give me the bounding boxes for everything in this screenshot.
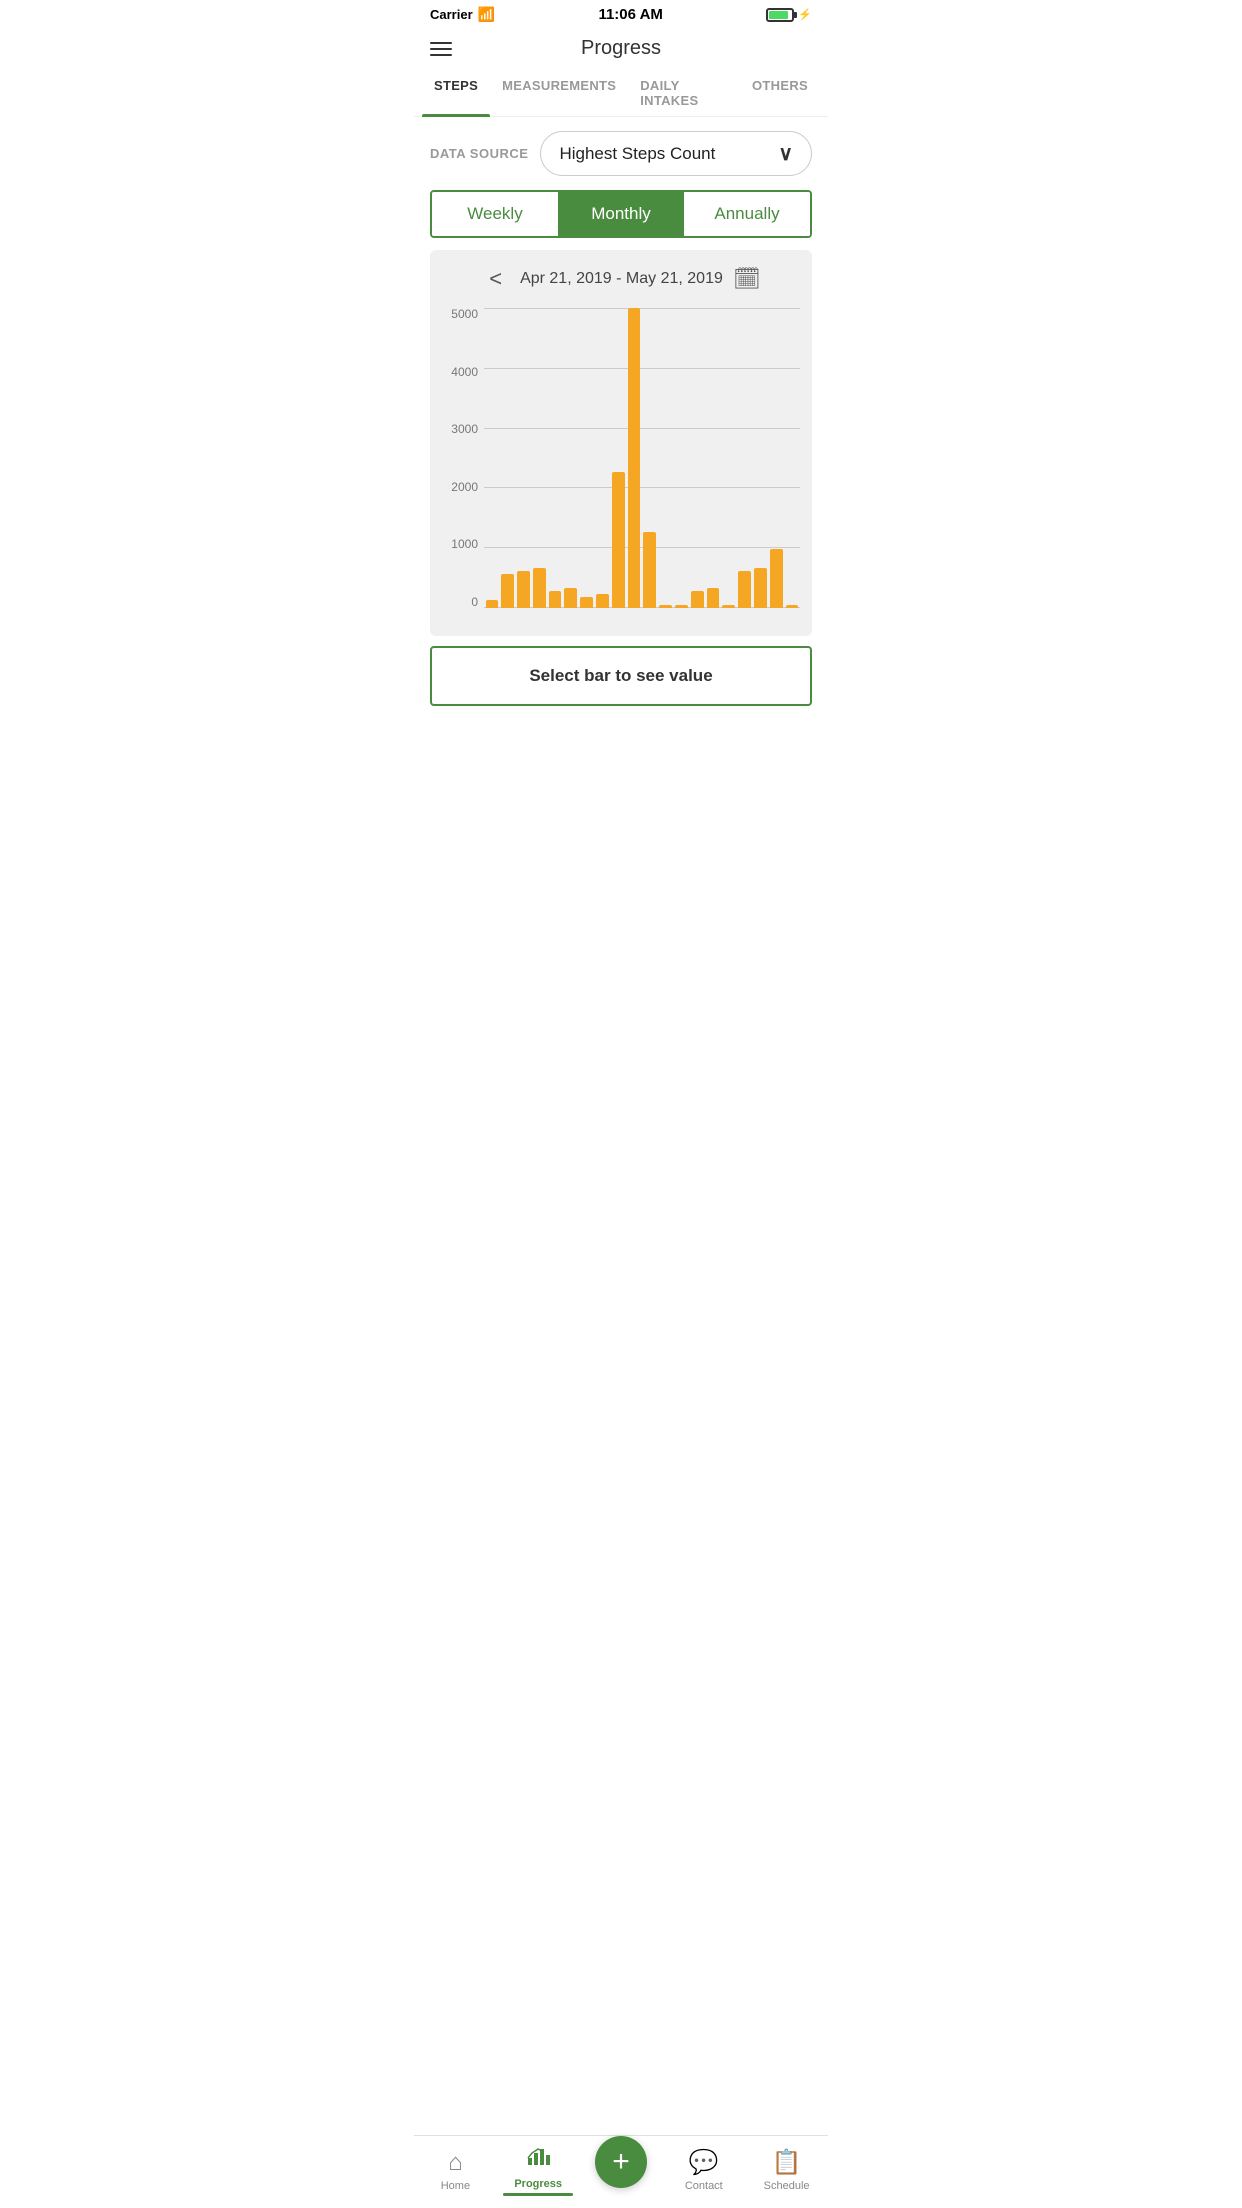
bar-col: [500, 308, 516, 608]
bar[interactable]: [596, 594, 609, 608]
y-label-1000: 1000: [442, 538, 484, 550]
bar[interactable]: [580, 597, 593, 608]
bar-col: [705, 308, 721, 608]
bar-col: [768, 308, 784, 608]
bar[interactable]: [754, 568, 767, 608]
bar-col: [642, 308, 658, 608]
bar-col: [484, 308, 500, 608]
bars-wrapper: [484, 308, 800, 628]
schedule-icon: 📋: [772, 2148, 802, 2177]
y-axis: 5000 4000 3000 2000 1000 0: [442, 308, 484, 628]
bar-col: [626, 308, 642, 608]
bar-col: [658, 308, 674, 608]
period-monthly[interactable]: Monthly: [558, 192, 684, 236]
bar[interactable]: [691, 591, 704, 608]
bar[interactable]: [675, 605, 688, 608]
bar[interactable]: [549, 591, 562, 608]
chart-inner: [484, 308, 800, 628]
bar-col: [531, 308, 547, 608]
bar-col: [610, 308, 626, 608]
carrier-label: Carrier: [430, 7, 473, 22]
tab-steps[interactable]: STEPS: [422, 68, 490, 116]
nav-home[interactable]: ⌂ Home: [414, 2149, 497, 2192]
y-label-5000: 5000: [442, 308, 484, 320]
menu-icon[interactable]: [430, 42, 452, 56]
bar[interactable]: [501, 574, 514, 608]
bar[interactable]: [628, 308, 641, 608]
bar-col: [547, 308, 563, 608]
bar[interactable]: [770, 549, 783, 608]
nav-schedule-label: Schedule: [764, 2180, 810, 2192]
select-bar-box: Select bar to see value: [430, 646, 812, 706]
bar[interactable]: [707, 588, 720, 608]
header: Progress: [414, 27, 828, 68]
home-icon: ⌂: [448, 2149, 463, 2177]
contact-icon: 💬: [689, 2148, 719, 2177]
bar-chart-area: 5000 4000 3000 2000 1000 0: [438, 308, 804, 628]
data-source-dropdown[interactable]: Highest Steps Count ∨: [540, 131, 812, 176]
nav-home-label: Home: [441, 2180, 470, 2192]
bar[interactable]: [643, 532, 656, 608]
battery-icon: [766, 8, 794, 22]
nav-progress[interactable]: Progress: [497, 2144, 580, 2196]
nav-progress-label: Progress: [514, 2178, 562, 2190]
bar[interactable]: [486, 600, 499, 608]
bottom-nav: ⌂ Home Progress + 💬 Contact 📋 Schedule: [414, 2135, 828, 2208]
status-left: Carrier 📶: [430, 6, 495, 23]
chart-container: < Apr 21, 2019 - May 21, 2019 🗓 5000 400…: [430, 250, 812, 636]
tabs-container: STEPS MEASUREMENTS DAILY INTAKES OTHERS: [414, 68, 828, 117]
data-source-row: DATA SOURCE Highest Steps Count ∨: [414, 117, 828, 190]
nav-contact-label: Contact: [685, 2180, 723, 2192]
bar[interactable]: [533, 568, 546, 608]
bar[interactable]: [738, 571, 751, 608]
y-label-3000: 3000: [442, 423, 484, 435]
bar-col: [595, 308, 611, 608]
y-label-0: 0: [442, 596, 484, 608]
bar[interactable]: [564, 588, 577, 608]
y-label-2000: 2000: [442, 481, 484, 493]
page-title: Progress: [581, 37, 661, 60]
nav-contact[interactable]: 💬 Contact: [662, 2148, 745, 2192]
bar[interactable]: [612, 472, 625, 608]
tab-daily-intakes[interactable]: DAILY INTAKES: [628, 68, 740, 116]
chart-header: < Apr 21, 2019 - May 21, 2019 🗓: [438, 266, 804, 292]
bar-col: [721, 308, 737, 608]
chevron-down-icon: ∨: [778, 141, 793, 166]
period-annually[interactable]: Annually: [684, 192, 810, 236]
bar-col: [563, 308, 579, 608]
bar-col: [737, 308, 753, 608]
add-button[interactable]: +: [595, 2136, 647, 2188]
back-arrow[interactable]: <: [481, 266, 510, 292]
bar[interactable]: [722, 605, 735, 608]
status-time: 11:06 AM: [598, 6, 662, 23]
select-bar-text: Select bar to see value: [529, 666, 712, 685]
bar-col: [674, 308, 690, 608]
tab-others[interactable]: OTHERS: [740, 68, 820, 116]
tab-measurements[interactable]: MEASUREMENTS: [490, 68, 628, 116]
nav-schedule[interactable]: 📋 Schedule: [745, 2148, 828, 2192]
nav-add[interactable]: +: [580, 2152, 663, 2188]
data-source-value: Highest Steps Count: [559, 144, 715, 164]
bar[interactable]: [786, 605, 799, 608]
status-right: ⚡: [766, 8, 812, 22]
bar[interactable]: [659, 605, 672, 608]
period-weekly[interactable]: Weekly: [432, 192, 558, 236]
bolt-icon: ⚡: [798, 8, 812, 21]
bar[interactable]: [517, 571, 530, 608]
progress-icon: [526, 2144, 550, 2175]
bar-col: [784, 308, 800, 608]
tabs-row: STEPS MEASUREMENTS DAILY INTAKES OTHERS: [422, 68, 820, 116]
bar-col: [753, 308, 769, 608]
bar-col: [689, 308, 705, 608]
data-source-label: DATA SOURCE: [430, 146, 528, 161]
date-range: Apr 21, 2019 - May 21, 2019: [520, 270, 723, 288]
bar-col: [579, 308, 595, 608]
status-bar: Carrier 📶 11:06 AM ⚡: [414, 0, 828, 27]
wifi-icon: 📶: [478, 6, 495, 23]
bar-col: [516, 308, 532, 608]
y-label-4000: 4000: [442, 366, 484, 378]
period-toggle: Weekly Monthly Annually: [430, 190, 812, 238]
calendar-icon[interactable]: 🗓: [733, 266, 761, 292]
